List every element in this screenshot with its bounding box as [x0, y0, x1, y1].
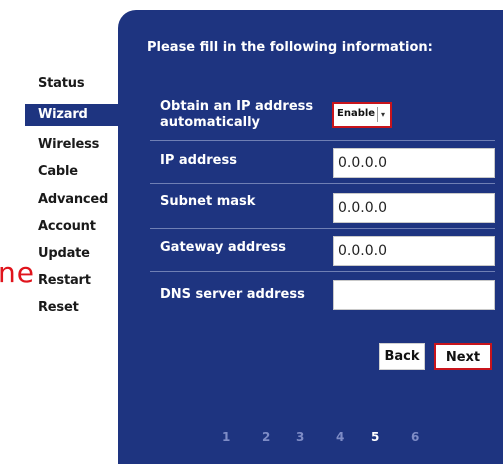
obtain-ip-label-line1: Obtain an IP address — [160, 99, 314, 114]
page-step-2[interactable]: 2 — [262, 430, 270, 444]
sidebar-item-reset[interactable]: Reset — [38, 300, 79, 315]
obtain-ip-select-value: Enable — [337, 108, 376, 119]
divider — [150, 228, 495, 229]
sidebar-nav: Status Wizard Wireless Cable Advanced Ac… — [0, 0, 120, 464]
divider — [150, 271, 495, 272]
dns-server-label: DNS server address — [160, 287, 305, 302]
dns-server-field[interactable] — [333, 280, 495, 310]
divider — [150, 183, 495, 184]
obtain-ip-label-line2: automatically — [160, 115, 261, 130]
obtain-ip-select[interactable]: Enable ▾ — [332, 102, 392, 128]
divider — [150, 140, 495, 141]
subnet-mask-field[interactable]: 0.0.0.0 — [333, 193, 495, 223]
chevron-down-icon[interactable]: ▾ — [377, 107, 388, 122]
sidebar-item-status[interactable]: Status — [38, 76, 85, 91]
obtain-ip-label: Obtain an IP address automatically — [160, 99, 313, 131]
sidebar-item-wizard[interactable]: Wizard — [25, 104, 120, 126]
sidebar-item-wireless[interactable]: Wireless — [38, 137, 99, 152]
page-step-1[interactable]: 1 — [222, 430, 230, 444]
page-step-6[interactable]: 6 — [411, 430, 419, 444]
gateway-address-label: Gateway address — [160, 240, 286, 255]
ip-address-field[interactable]: 0.0.0.0 — [333, 148, 495, 178]
page-step-4[interactable]: 4 — [336, 430, 344, 444]
next-button[interactable]: Next — [434, 343, 492, 370]
gateway-address-field[interactable]: 0.0.0.0 — [333, 236, 495, 266]
sidebar-item-cable[interactable]: Cable — [38, 164, 78, 179]
page-title: Please fill in the following information… — [147, 40, 433, 55]
sidebar-item-update[interactable]: Update — [38, 246, 90, 261]
page-step-3[interactable]: 3 — [296, 430, 304, 444]
subnet-mask-label: Subnet mask — [160, 194, 256, 209]
sidebar-item-advanced[interactable]: Advanced — [38, 192, 108, 207]
ip-address-label: IP address — [160, 153, 237, 168]
sidebar-item-account[interactable]: Account — [38, 219, 96, 234]
sidebar-item-restart[interactable]: Restart — [38, 273, 91, 288]
back-button[interactable]: Back — [379, 343, 425, 370]
cropped-red-text: ne — [0, 256, 35, 289]
page-step-5-current[interactable]: 5 — [371, 430, 379, 444]
